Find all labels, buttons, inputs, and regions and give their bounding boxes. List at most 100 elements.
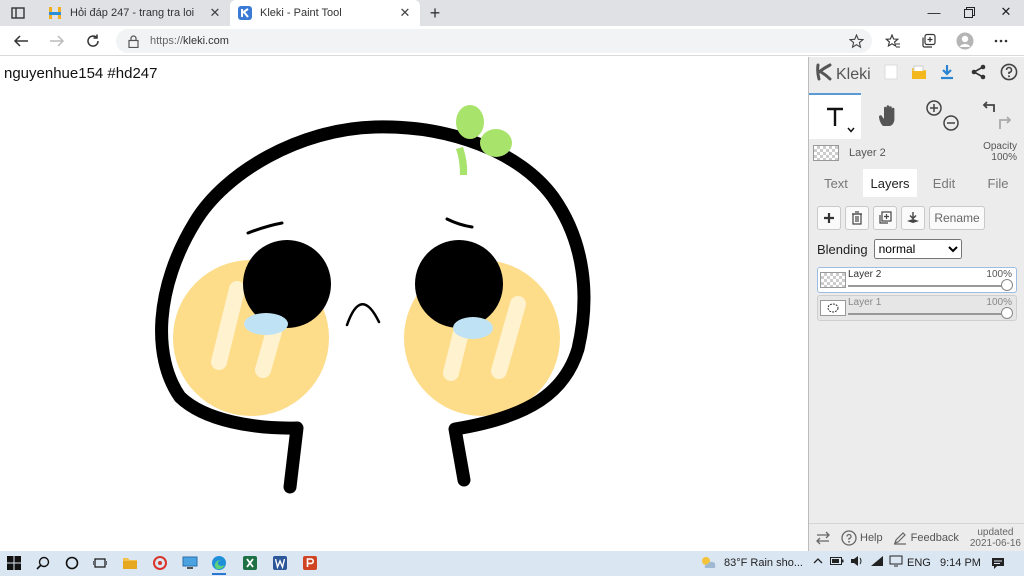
weather-text[interactable]: 83°F Rain sho... <box>724 557 803 569</box>
lock-icon[interactable] <box>126 34 140 48</box>
excel-icon[interactable] <box>240 553 260 573</box>
layer-name: Layer 1 <box>848 297 882 308</box>
close-window-icon[interactable]: ✕ <box>988 0 1024 24</box>
minimize-icon[interactable]: — <box>916 0 952 24</box>
tab-close-icon[interactable]: ✕ <box>208 5 222 20</box>
address-bar[interactable]: https://kleki.com <box>116 29 872 53</box>
volume-icon[interactable] <box>850 555 864 570</box>
zoom-tools[interactable] <box>917 93 969 139</box>
hand-tool[interactable] <box>863 93 915 139</box>
windows-start-icon[interactable] <box>4 553 24 573</box>
word-icon[interactable] <box>270 553 290 573</box>
notifications-icon[interactable] <box>988 553 1008 573</box>
layer-opacity-slider-track[interactable] <box>848 285 1006 287</box>
new-tab-button[interactable]: + <box>425 3 445 23</box>
merge-layer-button[interactable] <box>901 206 925 230</box>
active-layer-name: Layer 2 <box>849 147 886 159</box>
app-red-icon[interactable] <box>150 553 170 573</box>
refresh-icon[interactable] <box>82 30 104 52</box>
layers-tab-body: Rename Blending normal Layer 2 100% Laye… <box>809 197 1024 519</box>
delete-layer-button[interactable] <box>845 206 869 230</box>
layer-opacity-slider-knob[interactable] <box>1001 279 1013 291</box>
duplicate-layer-button[interactable] <box>873 206 897 230</box>
opacity-readout: Opacity 100% <box>983 141 1017 163</box>
favorites-icon[interactable] <box>882 30 904 52</box>
language-indicator[interactable]: ENG <box>907 557 931 569</box>
restore-icon[interactable] <box>951 0 987 24</box>
tab-actions-icon[interactable] <box>8 4 28 22</box>
edge-browser-icon[interactable] <box>209 553 229 575</box>
browser-tab-strip: Hỏi đáp 247 - trang tra loi ✕ Kleki - Pa… <box>0 0 1024 26</box>
collections-icon[interactable] <box>918 30 940 52</box>
blending-row: Blending normal <box>817 239 962 259</box>
wifi-icon[interactable] <box>870 555 884 570</box>
cortana-icon[interactable] <box>62 553 82 573</box>
more-menu-icon[interactable] <box>990 30 1012 52</box>
panel-footer: Help Feedback updated 2021-06-16 <box>809 523 1024 551</box>
swap-side-icon[interactable] <box>815 531 831 545</box>
file-explorer-icon[interactable] <box>120 553 140 573</box>
layer-thumbnail <box>820 300 846 316</box>
layer-row-layer-1[interactable]: Layer 1 100% <box>817 295 1017 321</box>
add-layer-button[interactable] <box>817 206 841 230</box>
weather-icon[interactable] <box>698 553 718 573</box>
active-layer-info: Layer 2 Opacity 100% <box>809 141 1024 165</box>
download-icon[interactable] <box>937 62 957 82</box>
kleki-logo[interactable]: Kleki <box>815 63 871 86</box>
powerpoint-icon[interactable] <box>300 553 320 573</box>
canvas-caption: nguyenhue154 #hd247 <box>4 65 158 82</box>
browser-toolbar: https://kleki.com <box>0 26 1024 56</box>
opacity-value: 100% <box>991 152 1017 163</box>
rename-layer-button[interactable]: Rename <box>929 206 985 230</box>
help-button[interactable]: Help <box>841 529 883 546</box>
kleki-favicon-icon <box>238 6 252 20</box>
kleki-side-panel: Kleki Layer 2 Opacity 100% Text Layers E… <box>808 57 1024 551</box>
undo-redo-tools[interactable] <box>971 93 1023 139</box>
tab-close-icon[interactable]: ✕ <box>398 5 412 20</box>
monitor-app-icon[interactable] <box>180 553 200 573</box>
help-label: Help <box>860 531 883 544</box>
layer-thumbnail <box>813 145 839 161</box>
back-icon[interactable] <box>10 30 32 52</box>
tab-text[interactable]: Text <box>809 169 863 197</box>
tab-file[interactable]: File <box>971 169 1024 197</box>
task-view-icon[interactable] <box>90 553 110 573</box>
text-tool[interactable] <box>809 93 861 139</box>
tool-row <box>809 93 1024 139</box>
network-display-icon[interactable] <box>889 555 903 570</box>
new-image-icon[interactable] <box>881 62 901 82</box>
blending-select[interactable]: normal <box>873 239 962 259</box>
chevron-down-icon[interactable] <box>847 125 855 135</box>
search-icon[interactable] <box>33 553 53 573</box>
kleki-logo-icon <box>815 63 833 86</box>
layer-opacity-slider-track[interactable] <box>848 313 1006 315</box>
help-circle-icon <box>841 529 857 546</box>
open-folder-icon[interactable] <box>909 62 929 82</box>
feedback-label: Feedback <box>910 531 959 544</box>
layer-row-layer-2[interactable]: Layer 2 100% <box>817 267 1017 293</box>
tab-kleki[interactable]: Kleki - Paint Tool ✕ <box>230 0 420 26</box>
clock[interactable]: 9:14 PM <box>940 557 981 569</box>
hoidap247-favicon-icon <box>48 6 62 20</box>
updated-info[interactable]: updated 2021-06-16 <box>970 527 1021 549</box>
feedback-button[interactable]: Feedback <box>893 531 959 545</box>
tab-title: Hỏi đáp 247 - trang tra loi <box>70 7 195 19</box>
layer-opacity-slider-knob[interactable] <box>1001 307 1013 319</box>
favorite-star-icon[interactable] <box>848 33 864 49</box>
layer-name: Layer 2 <box>848 269 882 280</box>
panel-tabs: Text Layers Edit File <box>809 169 1024 197</box>
tab-edit[interactable]: Edit <box>917 169 971 197</box>
show-hidden-icons-chevron-up-icon[interactable] <box>813 556 823 568</box>
share-icon[interactable] <box>969 62 989 82</box>
drawing-canvas[interactable]: nguyenhue154 #hd247 <box>0 57 808 551</box>
battery-icon[interactable] <box>830 556 844 569</box>
profile-avatar-icon[interactable] <box>954 30 976 52</box>
help-icon[interactable] <box>999 62 1019 82</box>
tab-title: Kleki - Paint Tool <box>260 7 342 19</box>
updated-date: 2021-06-16 <box>969 538 1021 549</box>
windows-taskbar: 83°F Rain sho... ENG 9:14 PM <box>0 551 1024 576</box>
tab-layers[interactable]: Layers <box>863 169 917 197</box>
canvas-drawing <box>155 105 591 494</box>
tab-hoidap247[interactable]: Hỏi đáp 247 - trang tra loi ✕ <box>40 0 230 26</box>
forward-icon[interactable] <box>46 30 68 52</box>
